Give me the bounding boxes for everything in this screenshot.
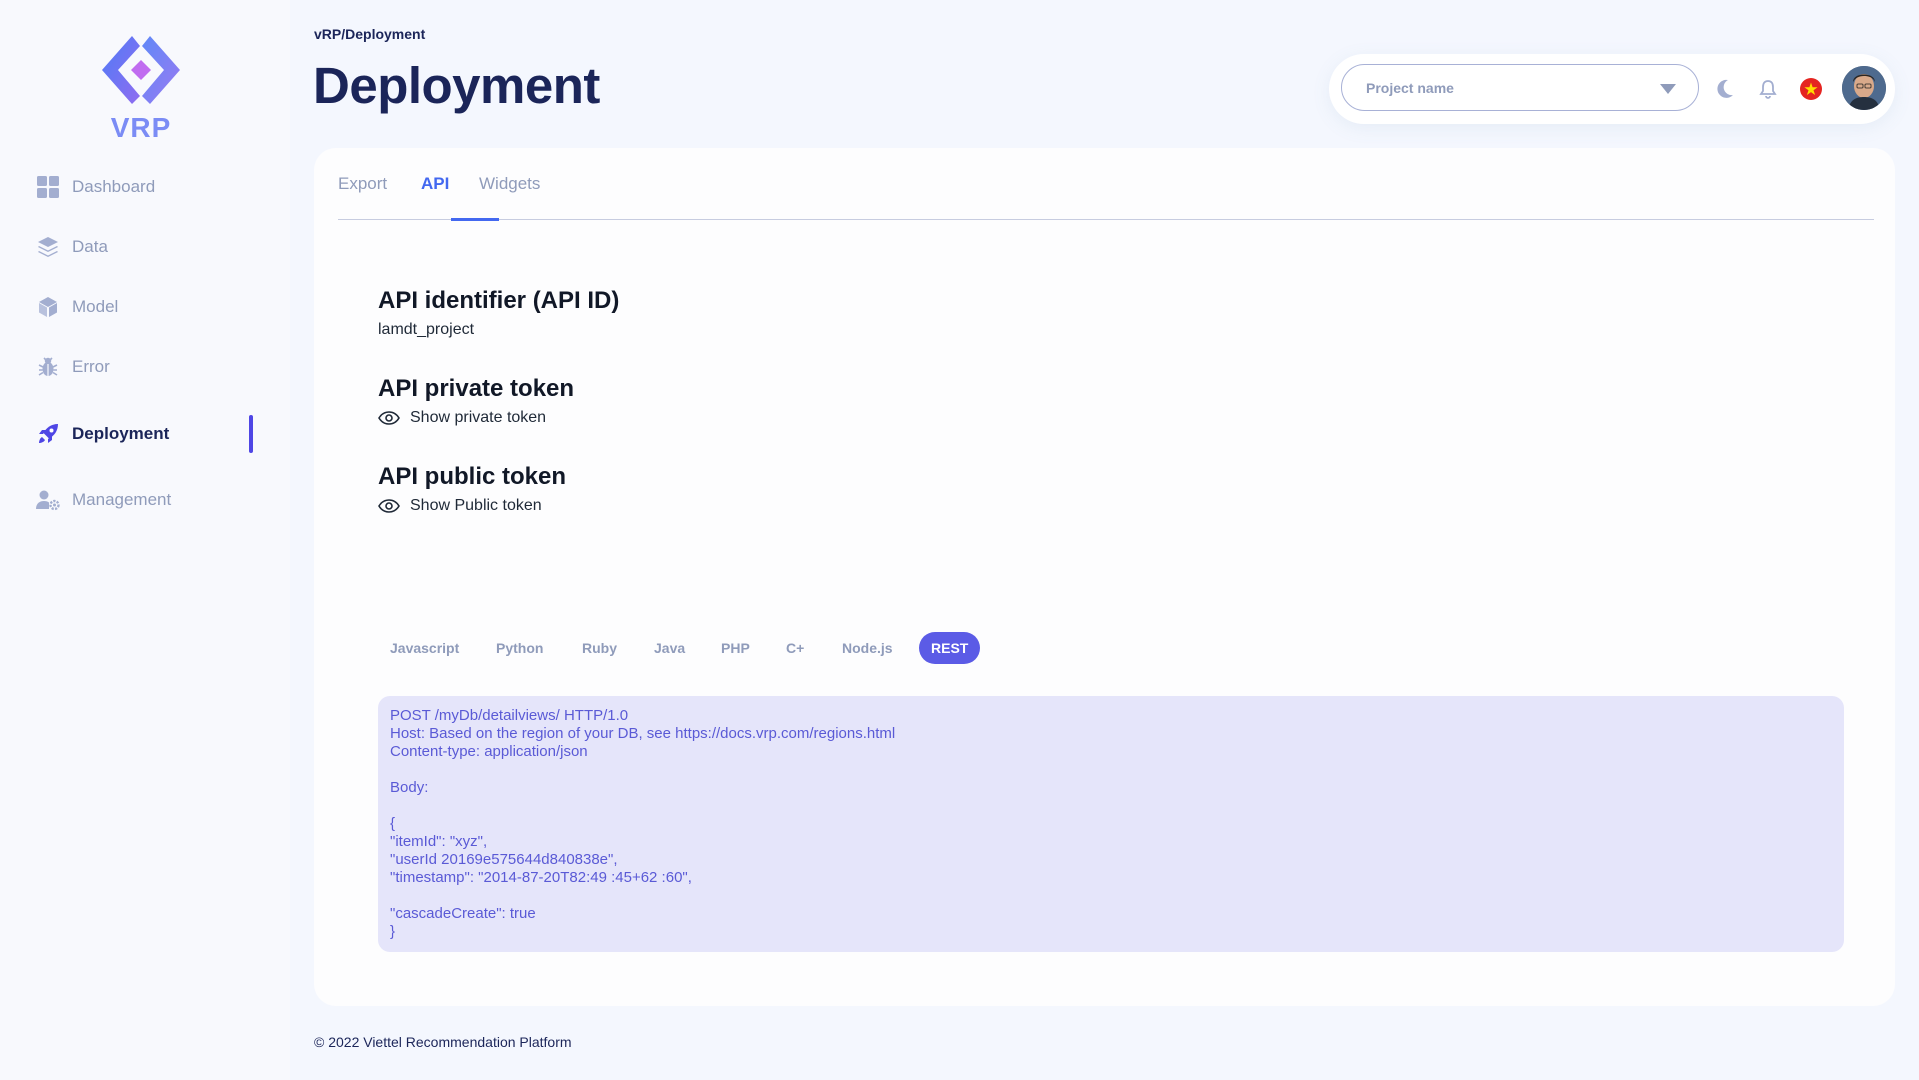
vietnam-flag-icon[interactable] [1799,77,1823,101]
avatar[interactable] [1842,66,1886,110]
active-indicator [249,415,253,453]
cube-icon [36,295,60,319]
lang-tab-php[interactable]: PHP [721,632,750,664]
sidebar: VRP Dashboard Data Model Error Deploymen… [0,0,290,1080]
lang-tab-rest[interactable]: REST [919,632,981,664]
tab-api[interactable]: API [421,174,449,194]
top-toolbar [1329,54,1895,124]
api-private-token-title: API private token [378,375,575,402]
moon-icon[interactable] [1713,77,1737,101]
dashboard-icon [36,175,60,199]
user-gear-icon [36,488,60,512]
lang-tab-java[interactable]: Java [654,632,685,664]
chevron-down-icon[interactable] [1660,82,1676,100]
show-public-token-link[interactable]: Show Public token [410,497,542,515]
eye-icon[interactable] [378,411,400,425]
lang-tab-ruby[interactable]: Ruby [582,632,617,664]
sidebar-item-management[interactable]: Management [36,485,256,515]
sidebar-item-label: Error [72,357,110,376]
sidebar-item-data[interactable]: Data [36,232,256,262]
lang-tab-nodejs[interactable]: Node.js [842,632,893,664]
sidebar-item-label: Dashboard [72,177,156,196]
deployment-card: Export API Widgets API identifier (API I… [314,148,1895,1006]
breadcrumb[interactable]: vRP/Deployment [314,26,425,42]
sidebar-item-label: Deployment [72,424,170,443]
api-public-token-title: API public token [378,463,567,490]
show-private-token-link[interactable]: Show private token [410,409,546,427]
tab-widgets[interactable]: Widgets [479,174,540,194]
footer-copyright: © 2022 Viettel Recommendation Platform [314,1034,572,1050]
api-identifier-section: API identifier (API ID) lamdt_project [378,287,619,339]
page-title: Deployment [313,57,600,114]
api-public-token-section: API public token Show Public token [378,463,566,515]
active-tab-indicator [451,218,499,221]
tab-export[interactable]: Export [338,174,387,194]
sidebar-item-label: Model [72,297,119,316]
eye-icon[interactable] [378,499,400,513]
layers-icon [36,235,60,259]
lang-tab-cplus[interactable]: C+ [786,632,804,664]
api-identifier-title: API identifier (API ID) [378,287,620,314]
bell-icon[interactable] [1756,77,1780,101]
vrp-logo-icon [102,36,180,104]
api-identifier-value: lamdt_project [378,321,475,338]
rocket-icon [36,422,60,446]
sidebar-item-model[interactable]: Model [36,292,256,322]
logo-text: VRP [110,112,172,143]
sidebar-item-dashboard[interactable]: Dashboard [36,172,256,202]
sidebar-item-label: Management [72,490,172,509]
bug-icon [36,355,60,379]
lang-tab-python[interactable]: Python [496,632,543,664]
vrp-logo[interactable]: VRP [96,32,186,144]
lang-tab-javascript[interactable]: Javascript [390,632,459,664]
sidebar-item-deployment[interactable]: Deployment [36,419,256,449]
sidebar-item-error[interactable]: Error [36,352,256,382]
sidebar-item-label: Data [72,237,108,256]
tab-divider [338,219,1874,220]
project-name-input[interactable] [1364,78,1648,97]
api-private-token-section: API private token Show private token [378,375,574,427]
project-select[interactable] [1341,64,1699,111]
code-sample[interactable]: POST /myDb/detailviews/ HTTP/1.0 Host: B… [378,696,1844,952]
